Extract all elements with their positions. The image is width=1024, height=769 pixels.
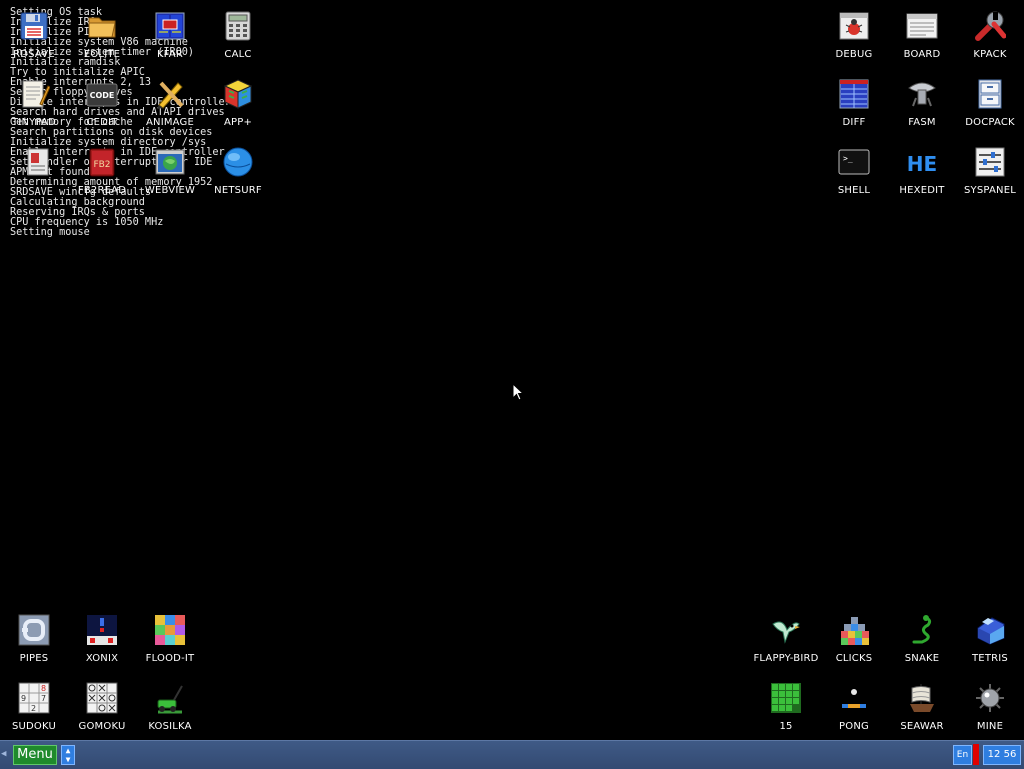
desktop-icon-docs[interactable] xyxy=(4,144,72,210)
desktop-icon-gomoku[interactable]: GOMOKU xyxy=(68,680,136,746)
desktop-icon-mine[interactable]: MINE xyxy=(956,680,1024,746)
book-icon: FB2 xyxy=(86,146,118,178)
terminal-icon: >_ xyxy=(838,146,870,178)
folder-icon xyxy=(86,10,118,42)
desktop-icon-fasm[interactable]: FASM xyxy=(888,76,956,142)
icon-label: FLOOD-IT xyxy=(145,653,195,664)
sudoku-icon: 8 9 72 xyxy=(18,682,50,714)
document-icon xyxy=(22,146,54,178)
desktop-icon-debug[interactable]: DEBUG xyxy=(820,8,888,74)
pipes-icon xyxy=(18,614,50,646)
book-badge-text: FB2 xyxy=(93,160,110,170)
desktop-icon-clicks[interactable]: CLICKS xyxy=(820,612,888,678)
rubik-cube-icon xyxy=(222,78,254,110)
icon-label: NETSURF xyxy=(214,185,262,196)
tetris-icon xyxy=(974,614,1006,646)
blocks-icon xyxy=(838,614,870,646)
puzzle-15-icon xyxy=(770,682,802,714)
lawn-mower-icon xyxy=(154,682,186,714)
clock[interactable]: 12 56 xyxy=(983,745,1021,765)
desktop-icon-shell[interactable]: >_ SHELL xyxy=(820,144,888,210)
desktop-icon-cedit[interactable]: CODE CEDIT xyxy=(68,76,136,142)
mouse-cursor-icon xyxy=(512,382,525,405)
wrench-icon xyxy=(974,10,1006,42)
icon-label: CALC xyxy=(224,49,252,60)
tic-tac-toe-icon xyxy=(86,682,118,714)
desktop-icon-appplus[interactable]: APP+ xyxy=(204,76,272,142)
sudoku-digit: 8 xyxy=(41,684,46,693)
notepad-icon xyxy=(18,78,50,110)
taskbar-scroll-arrows-icon[interactable]: ▲ ▼ xyxy=(61,745,75,765)
desktop-icon-pipes[interactable]: PIPES xyxy=(0,612,68,678)
desktop-icon-docpack[interactable]: DOCPACK xyxy=(956,76,1024,142)
desktop-icon-kfar[interactable]: KFAR xyxy=(136,8,204,74)
status-indicator xyxy=(973,744,979,765)
keyboard-layout-indicator[interactable]: En xyxy=(953,745,972,765)
desktop-icon-rdsave[interactable]: RDSAVE xyxy=(0,8,68,74)
code-badge-text: CODE xyxy=(90,91,115,100)
diff-icon xyxy=(838,78,870,110)
boot-log-line: Setting mouse xyxy=(10,227,90,238)
icon-label: SYSPANEL xyxy=(963,185,1016,196)
sliders-icon xyxy=(974,146,1006,178)
sudoku-digit: 9 xyxy=(21,694,26,703)
desktop-icon-board[interactable]: BOARD xyxy=(888,8,956,74)
fasm-icon xyxy=(906,78,938,110)
globe-icon xyxy=(222,146,254,178)
desktop-icon-webview[interactable]: WEBVIEW xyxy=(136,144,204,210)
color-grid-icon xyxy=(154,614,186,646)
icon-label: KPACK xyxy=(973,49,1007,60)
menu-button[interactable]: Menu xyxy=(13,745,57,765)
web-browser-icon xyxy=(154,146,186,178)
desktop-icon-tetris[interactable]: TETRIS xyxy=(956,612,1024,678)
desktop-icon-kpack[interactable]: KPACK xyxy=(956,8,1024,74)
desktop-icon-syspanel[interactable]: SYSPANEL xyxy=(956,144,1024,210)
ship-icon xyxy=(906,682,938,714)
bird-icon xyxy=(770,614,802,646)
sudoku-digit: 2 xyxy=(31,704,36,713)
hex-badge-text: HE xyxy=(907,152,937,176)
icon-label: MINE xyxy=(976,721,1004,732)
taskbar-left-arrow-icon[interactable]: ◀ xyxy=(1,749,7,759)
desktop-icon-kosilka[interactable]: KOSILKA xyxy=(136,680,204,746)
taskbar: ◀ Menu ▲ ▼ En 12 56 xyxy=(0,740,1024,769)
desktop-icon-flappybird[interactable]: FLAPPY-BIRD xyxy=(752,612,820,678)
calculator-icon xyxy=(222,10,254,42)
desktop-icon-snake[interactable]: SNAKE xyxy=(888,612,956,678)
board-window-icon xyxy=(906,10,938,42)
pong-icon xyxy=(838,682,870,714)
icon-label: APP+ xyxy=(223,117,253,128)
desktop-icon-netsurf[interactable]: NETSURF xyxy=(204,144,272,210)
desktop-icon-fb2read[interactable]: FB2 FB2READ xyxy=(68,144,136,210)
icon-label: KOSILKA xyxy=(148,721,192,732)
mine-icon xyxy=(974,682,1006,714)
xonix-icon xyxy=(86,614,118,646)
desktop-icon-pong[interactable]: PONG xyxy=(820,680,888,746)
desktop-icon-tinypad[interactable]: TINYPAD xyxy=(0,76,68,142)
desktop-icon-hexedit[interactable]: HE HEXEDIT xyxy=(888,144,956,210)
desktop-icon-diff[interactable]: DIFF xyxy=(820,76,888,142)
terminal-prompt: >_ xyxy=(843,154,853,163)
desktop-icon-floodit[interactable]: FLOOD-IT xyxy=(136,612,204,678)
snake-icon xyxy=(906,614,938,646)
desktop-icon-xonix[interactable]: XONIX xyxy=(68,612,136,678)
hex-editor-icon: HE xyxy=(906,146,938,178)
floppy-icon xyxy=(18,10,50,42)
desktop-icon-animage[interactable]: ANIMAGE xyxy=(136,76,204,142)
code-editor-icon: CODE xyxy=(86,78,118,110)
desktop-icon-seawar[interactable]: SEAWAR xyxy=(888,680,956,746)
pencil-icon xyxy=(154,78,186,110)
cabinet-icon xyxy=(974,78,1006,110)
sudoku-digit: 7 xyxy=(41,694,46,703)
icon-label: TETRIS xyxy=(972,653,1008,664)
desktop-icon-eolite[interactable]: EOLITE xyxy=(68,8,136,74)
bug-icon xyxy=(838,10,870,42)
icon-label: DOCPACK xyxy=(965,117,1015,128)
file-manager-icon xyxy=(154,10,186,42)
desktop-icon-calc[interactable]: CALC xyxy=(204,8,272,74)
desktop-icon-sudoku[interactable]: 8972 SUDOKU xyxy=(0,680,68,746)
desktop-icon-fifteen[interactable]: 15 xyxy=(752,680,820,746)
